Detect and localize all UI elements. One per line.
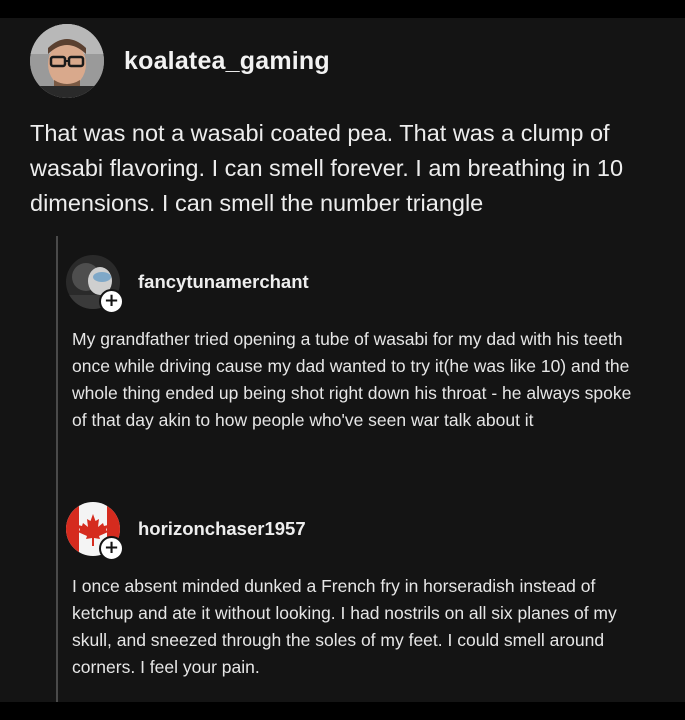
reply-text: My grandfather tried opening a tube of w… [72, 329, 632, 430]
reply-header: + fancytunamerchant [66, 252, 632, 314]
reply-avatar[interactable]: + [66, 502, 124, 561]
reply-item: + fancytunamerchant My grandfather tried… [66, 252, 632, 434]
reply-header: + horizonchaser1957 [66, 499, 632, 561]
post-username[interactable]: koalatea_gaming [124, 47, 330, 76]
thread-line [56, 236, 58, 706]
reply-username[interactable]: horizonchaser1957 [138, 518, 306, 540]
post-text: That was not a wasabi coated pea. That w… [30, 120, 624, 216]
reply-avatar[interactable]: + [66, 255, 124, 314]
bottom-edge [0, 702, 685, 720]
post-card: koalatea_gaming That was not a wasabi co… [0, 18, 685, 706]
user-avatar-icon[interactable] [30, 24, 104, 98]
reply-item: + horizonchaser1957 I once absent minded… [66, 499, 632, 681]
follow-plus-icon[interactable]: + [99, 536, 124, 561]
reply-username[interactable]: fancytunamerchant [138, 271, 309, 293]
follow-plus-icon[interactable]: + [99, 289, 124, 314]
post-header: koalatea_gaming [30, 23, 330, 99]
reply-text: I once absent minded dunked a French fry… [72, 576, 617, 677]
